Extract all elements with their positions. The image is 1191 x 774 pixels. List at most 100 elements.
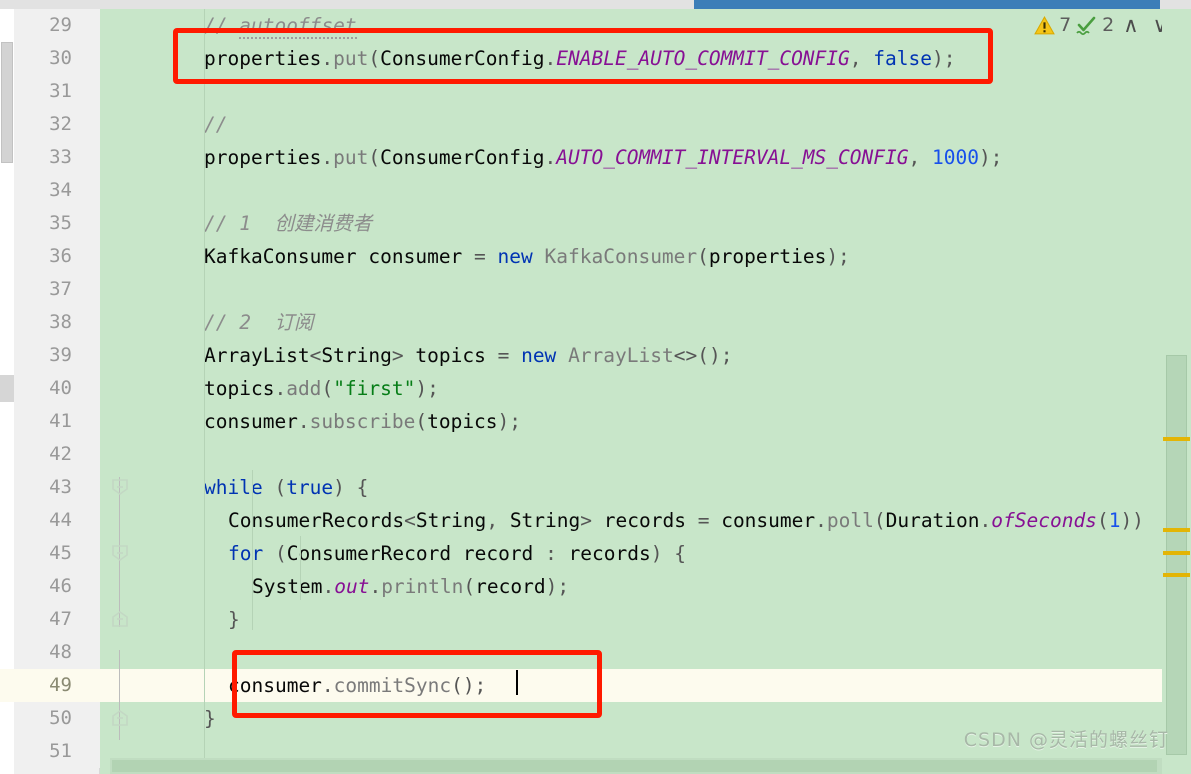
code-text[interactable]: } (204, 702, 216, 735)
code-line-row[interactable]: 41 consumer.subscribe(topics); (0, 405, 1191, 438)
line-number[interactable]: 46 (14, 570, 86, 603)
code-row-background (153, 75, 1162, 108)
code-line-row[interactable]: 37 (0, 273, 1191, 306)
fold-down-icon[interactable] (112, 479, 128, 495)
line-number[interactable]: 30 (14, 42, 86, 75)
code-line-row[interactable]: 49 consumer.commitSync(); (0, 669, 1191, 702)
fold-row-background (100, 207, 153, 240)
text-caret (516, 670, 518, 695)
code-text[interactable]: KafkaConsumer consumer = new KafkaConsum… (204, 240, 850, 273)
line-number[interactable]: 32 (14, 108, 86, 141)
code-line-row[interactable]: 45 for (ConsumerRecord record : records) … (0, 537, 1191, 570)
code-line-row[interactable]: 46 System.out.println(record); (0, 570, 1191, 603)
line-number[interactable]: 51 (14, 735, 86, 768)
code-text[interactable]: for (ConsumerRecord record : records) { (228, 537, 686, 570)
line-number[interactable]: 29 (14, 9, 86, 42)
code-line-row[interactable]: 38 // 2 订阅 (0, 306, 1191, 339)
line-number[interactable]: 48 (14, 636, 86, 669)
line-number[interactable]: 47 (14, 603, 86, 636)
warning-triangle-icon (1034, 15, 1055, 36)
code-text[interactable]: ArrayList<String> topics = new ArrayList… (204, 339, 732, 372)
indent-guide-1 (204, 9, 205, 774)
fold-row-background (100, 141, 153, 174)
fold-row-background (100, 372, 153, 405)
code-text[interactable]: consumer.subscribe(topics); (204, 405, 521, 438)
code-text[interactable]: properties.put(ConsumerConfig.AUTO_COMMI… (204, 141, 1002, 174)
inspection-widget[interactable]: 7 2 ∧ ∨ (1034, 10, 1173, 40)
fold-row-background (100, 504, 153, 537)
code-line-row[interactable]: 30 properties.put(ConsumerConfig.ENABLE_A… (0, 42, 1191, 75)
line-number[interactable]: 35 (14, 207, 86, 240)
code-line-row[interactable]: 32 // (0, 108, 1191, 141)
code-row-background (153, 603, 1162, 636)
code-text[interactable]: } (228, 603, 240, 636)
editor-tab-strip-right (1160, 0, 1191, 9)
code-line-row[interactable]: 47} (0, 603, 1191, 636)
fold-row-background (100, 273, 153, 306)
editor-tab-strip-left (0, 0, 694, 9)
fold-row-background (100, 438, 153, 471)
error-stripe-marker[interactable] (1163, 551, 1190, 555)
line-number[interactable]: 39 (14, 339, 86, 372)
line-number[interactable]: 41 (14, 405, 86, 438)
code-line-row[interactable]: 48 (0, 636, 1191, 669)
code-text[interactable]: topics.add("first"); (204, 372, 439, 405)
error-stripe-marker[interactable] (1163, 528, 1190, 532)
prev-problem-button[interactable]: ∧ (1118, 15, 1143, 36)
line-number[interactable]: 40 (14, 372, 86, 405)
code-text[interactable]: // 2 订阅 (204, 306, 313, 339)
line-number[interactable]: 44 (14, 504, 86, 537)
fold-row-background (100, 240, 153, 273)
code-row-background (153, 273, 1162, 306)
code-text[interactable]: properties.put(ConsumerConfig.ENABLE_AUT… (204, 42, 955, 75)
line-number[interactable]: 31 (14, 75, 86, 108)
code-editor[interactable]: 29 // autooffset 30 properties.put(Consumer… (0, 0, 1191, 774)
line-number[interactable]: 33 (14, 141, 86, 174)
fold-up-icon[interactable] (112, 710, 128, 726)
code-line-row[interactable]: 33 properties.put(ConsumerConfig.AUTO_COM… (0, 141, 1191, 174)
editor-tab-active-indicator (694, 0, 1160, 9)
fold-row-background (100, 9, 153, 42)
warning-count: 7 (1059, 14, 1072, 36)
fold-up-icon[interactable] (112, 611, 128, 627)
line-number[interactable]: 43 (14, 471, 86, 504)
fold-connector-line-2 (119, 650, 120, 740)
code-line-row[interactable]: 42 (0, 438, 1191, 471)
fold-row-background (100, 405, 153, 438)
code-text[interactable]: // (204, 108, 227, 141)
code-line-row[interactable]: 29 // autooffset (0, 9, 1191, 42)
line-number[interactable]: 49 (14, 669, 86, 702)
code-line-row[interactable]: 44 ConsumerRecords<String, String> record… (0, 504, 1191, 537)
code-row-background (153, 438, 1162, 471)
line-number[interactable]: 50 (14, 702, 86, 735)
code-line-row[interactable]: 39 ArrayList<String> topics = new ArrayLi… (0, 339, 1191, 372)
code-text[interactable]: consumer.commitSync(); (228, 669, 486, 702)
code-text[interactable]: ConsumerRecords<String, String> records … (228, 504, 1144, 537)
line-number[interactable]: 36 (14, 240, 86, 273)
fold-down-icon[interactable] (112, 545, 128, 561)
line-number[interactable]: 45 (14, 537, 86, 570)
code-text[interactable]: // 1 创建消费者 (204, 207, 372, 240)
horizontal-scrollbar-thumb[interactable] (112, 760, 1157, 772)
code-line-row[interactable]: 40 topics.add("first"); (0, 372, 1191, 405)
error-stripe-marker[interactable] (1163, 573, 1190, 577)
fold-row-background (100, 339, 153, 372)
fold-row-background (100, 669, 153, 702)
code-text[interactable]: // autooffset (204, 9, 357, 42)
csdn-watermark: CSDN @灵活的螺丝钉 (963, 729, 1169, 751)
line-number[interactable]: 34 (14, 174, 86, 207)
line-number[interactable]: 38 (14, 306, 86, 339)
code-line-row[interactable]: 35 // 1 创建消费者 (0, 207, 1191, 240)
vertical-scrollbar-thumb[interactable] (1166, 355, 1187, 755)
fold-row-background (100, 108, 153, 141)
code-text[interactable]: while (true) { (204, 471, 368, 504)
code-line-row[interactable]: 43 while (true) { (0, 471, 1191, 504)
code-line-row[interactable]: 34 (0, 174, 1191, 207)
line-number[interactable]: 37 (14, 273, 86, 306)
code-line-row[interactable]: 36 KafkaConsumer consumer = new KafkaCons… (0, 240, 1191, 273)
fold-row-background (100, 174, 153, 207)
indent-guide-2 (252, 470, 253, 630)
line-number[interactable]: 42 (14, 438, 86, 471)
code-line-row[interactable]: 31 (0, 75, 1191, 108)
error-stripe-marker[interactable] (1163, 437, 1190, 441)
